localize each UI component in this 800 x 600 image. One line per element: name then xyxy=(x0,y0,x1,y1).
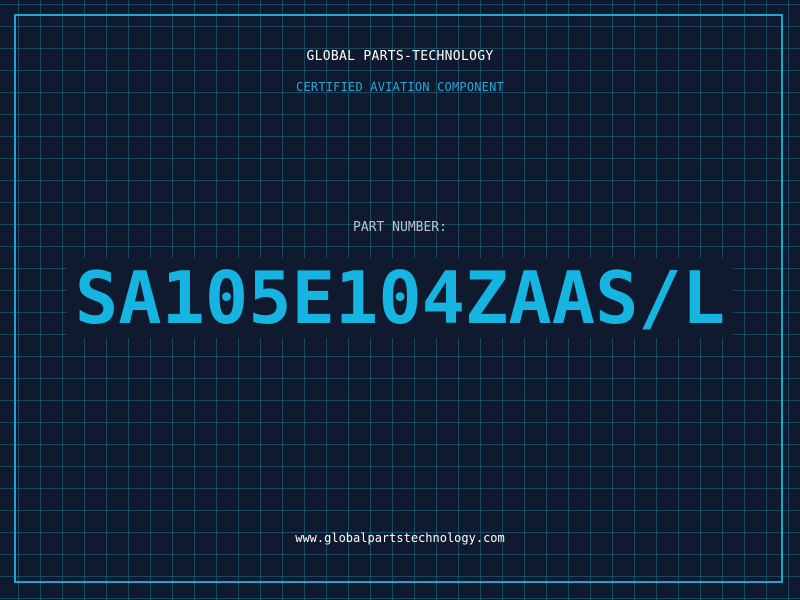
website-link[interactable]: www.globalpartstechnology.com xyxy=(0,531,800,545)
part-number-value: SA105E104ZAAS/L xyxy=(66,258,734,338)
certification-subtitle: CERTIFIED AVIATION COMPONENT xyxy=(296,80,504,94)
grid-background: GLOBAL PARTS-TECHNOLOGY CERTIFIED AVIATI… xyxy=(0,0,800,600)
part-number-container: SA105E104ZAAS/L xyxy=(0,258,800,338)
company-name: GLOBAL PARTS-TECHNOLOGY xyxy=(306,49,494,64)
part-number-label: PART NUMBER: xyxy=(353,220,447,235)
